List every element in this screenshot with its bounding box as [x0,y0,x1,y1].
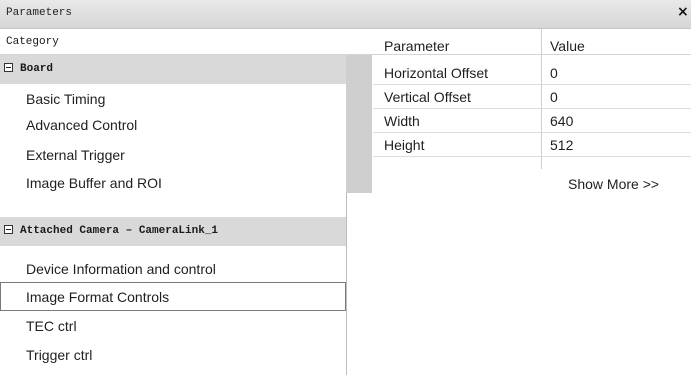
category-header: Category [6,36,59,48]
category-item-label: Image Buffer and ROI [26,175,162,191]
scrollbar-track[interactable] [346,55,372,193]
category-item-tec-ctrl[interactable]: TEC ctrl [0,311,346,340]
minus-box-icon[interactable] [4,225,13,234]
category-item-device-information[interactable]: Device Information and control [0,254,346,283]
category-item-label: Device Information and control [26,261,216,277]
table-row[interactable]: Width 640 [373,110,691,133]
category-item-basic-timing[interactable]: Basic Timing [0,84,346,113]
category-item-label: Trigger ctrl [26,347,93,363]
parameter-header: Parameter [384,38,450,54]
parameter-value[interactable]: 512 [550,137,573,153]
group-attached-camera[interactable]: Attached Camera – CameraLink_1 [0,217,346,246]
show-more-link[interactable]: Show More >> [568,176,659,192]
parameter-name: Horizontal Offset [384,65,489,81]
parameter-name: Width [384,113,420,129]
group-label: Attached Camera – CameraLink_1 [20,225,219,237]
parameter-name: Vertical Offset [384,89,471,105]
category-item-label: Basic Timing [26,91,106,107]
table-row[interactable]: Horizontal Offset 0 [373,62,691,85]
column-header-row: Category [0,29,691,55]
value-header: Value [550,38,585,54]
category-item-label: Image Format Controls [26,289,170,305]
parameter-name: Height [384,137,425,153]
category-item-image-buffer-roi[interactable]: Image Buffer and ROI [0,168,346,197]
panel-splitter[interactable] [346,193,347,375]
category-item-label: Advanced Control [26,117,138,133]
close-icon[interactable]: × [677,4,691,22]
window-title-bar: Parameters × [0,0,691,29]
category-item-image-format-controls[interactable]: Image Format Controls [0,282,346,311]
category-item-external-trigger[interactable]: External Trigger [0,140,346,169]
window-title: Parameters [6,7,73,19]
parameter-value[interactable]: 0 [550,89,558,105]
table-row[interactable]: Vertical Offset 0 [373,86,691,109]
group-label: Board [20,63,54,75]
table-row[interactable]: Height 512 [373,134,691,157]
group-board[interactable]: Board [0,55,346,84]
category-item-trigger-ctrl[interactable]: Trigger ctrl [0,340,346,369]
category-item-label: External Trigger [26,147,125,163]
parameter-value[interactable]: 0 [550,65,558,81]
category-item-advanced-control[interactable]: Advanced Control [0,110,346,139]
category-panel: Board Basic Timing Advanced Control Exte… [0,55,346,375]
category-item-label: TEC ctrl [26,318,77,334]
minus-box-icon[interactable] [4,63,13,72]
parameter-value[interactable]: 640 [550,113,573,129]
